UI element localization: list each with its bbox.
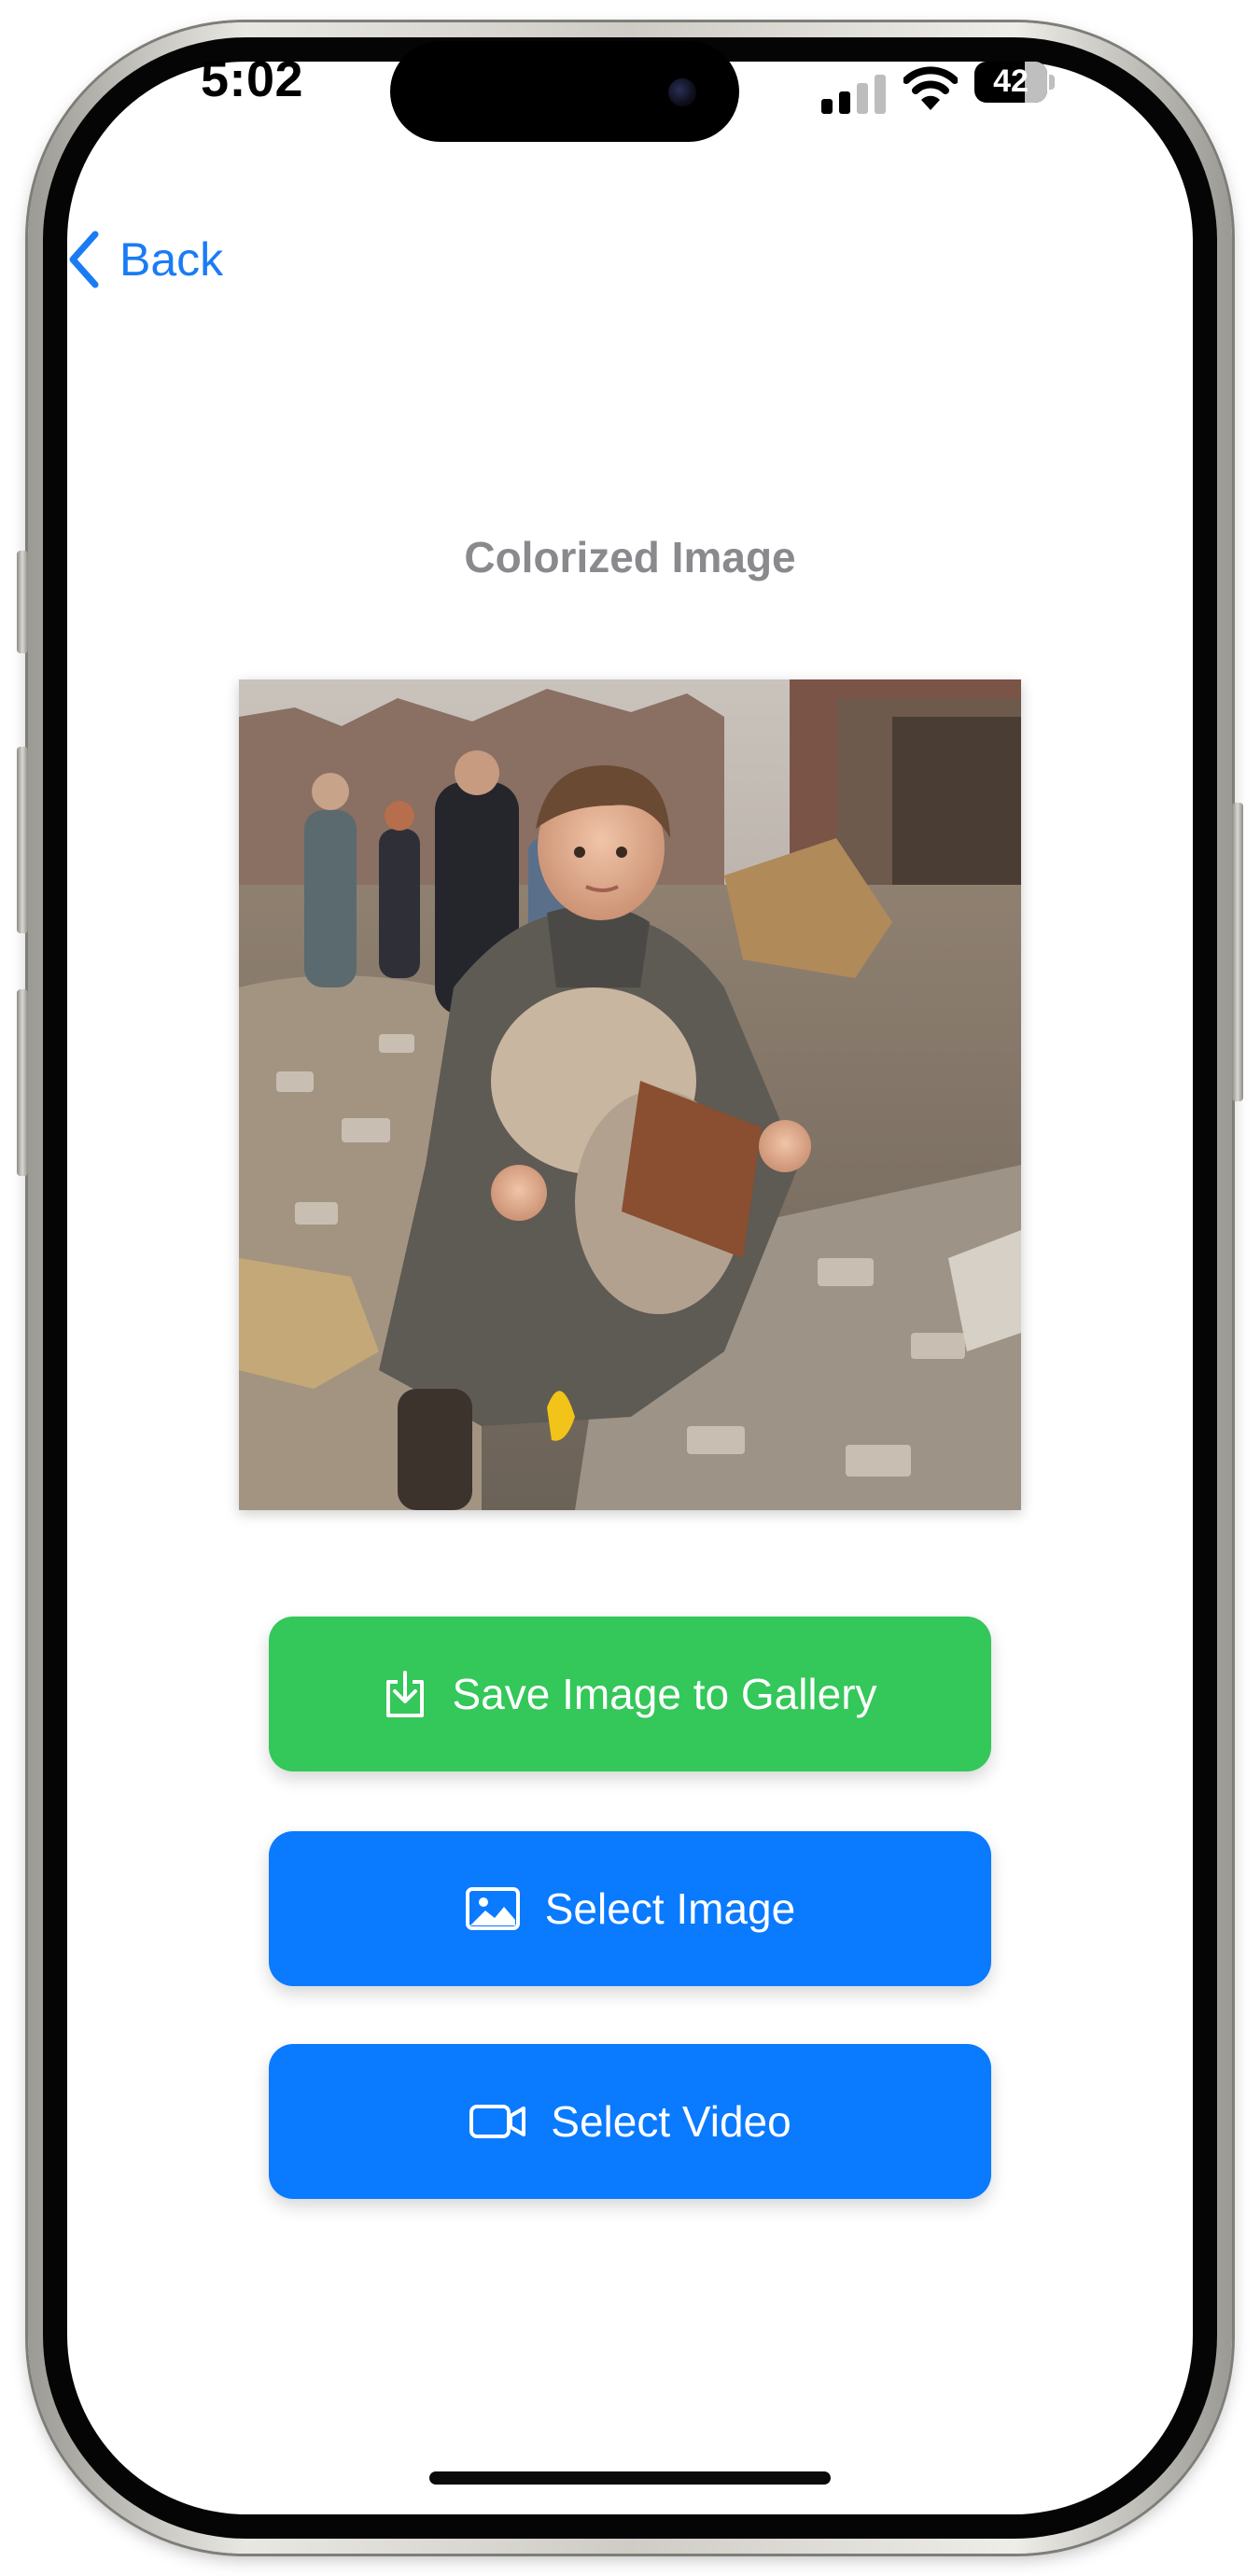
battery-percentage: 42 (993, 63, 1029, 99)
volume-down-button (17, 989, 28, 1176)
back-button[interactable]: Back (67, 218, 223, 301)
select-image-label: Select Image (544, 1884, 796, 1933)
save-to-gallery-button[interactable]: Save Image to Gallery (269, 1617, 991, 1771)
wifi-icon (903, 66, 958, 110)
chevron-left-icon (69, 231, 99, 288)
signal-icon (821, 73, 887, 114)
page-title: Colorized Image (464, 533, 796, 581)
download-icon (386, 1671, 425, 1717)
battery-cap (1049, 75, 1055, 90)
select-video-label: Select Video (551, 2097, 791, 2146)
back-label: Back (119, 233, 224, 286)
video-camera-icon (469, 2105, 526, 2138)
home-indicator[interactable] (429, 2471, 831, 2485)
colorized-image (239, 679, 1021, 1510)
dynamic-island (390, 41, 739, 142)
save-to-gallery-label: Save Image to Gallery (452, 1670, 877, 1718)
select-video-button[interactable]: Select Video (269, 2044, 991, 2199)
side-button (1232, 803, 1243, 1101)
status-time: 5:02 (200, 51, 304, 107)
photo-icon (465, 1887, 520, 1930)
battery-icon: 42 (974, 62, 1047, 103)
select-image-button[interactable]: Select Image (269, 1831, 991, 1986)
front-camera (668, 78, 696, 106)
volume-up-button (17, 747, 28, 933)
